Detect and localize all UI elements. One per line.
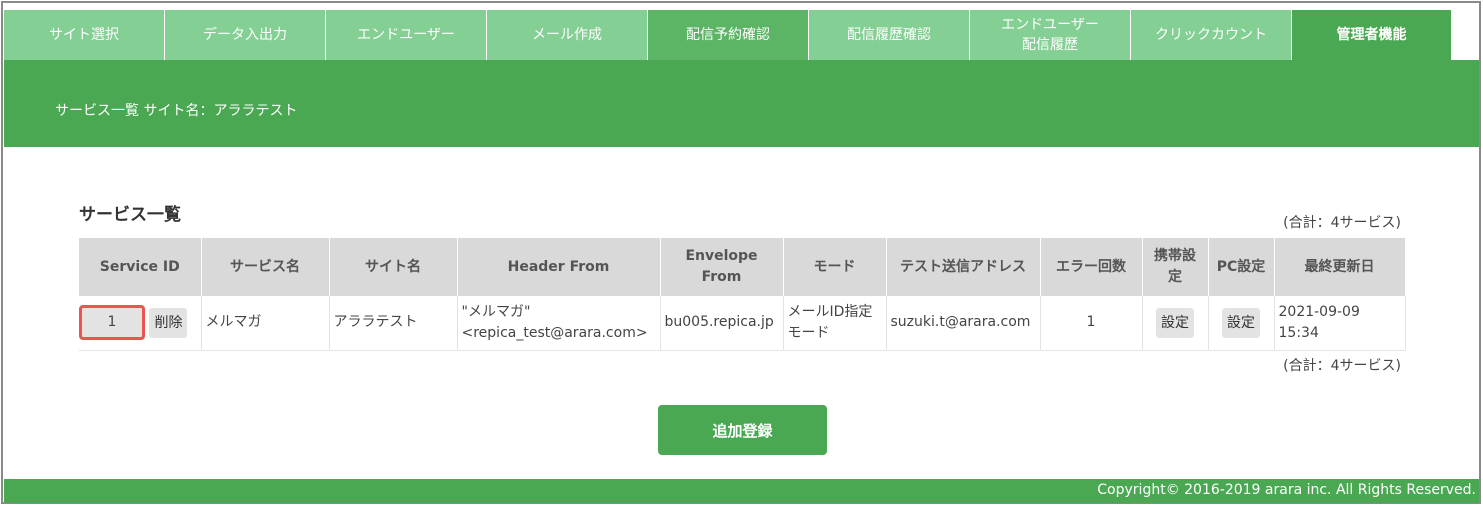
tab-admin[interactable]: 管理者機能 [1292, 10, 1452, 60]
main-tab-bar: サイト選択 データ入出力 エンドユーザー メール作成 配信予約確認 配信履歴確認… [4, 10, 1452, 60]
col-header-site-name: サイト名 [329, 238, 458, 296]
page-title: サービス一覧 サイト名：アララテスト [55, 103, 298, 119]
total-count-top: (合計：4サービス) [1283, 215, 1401, 231]
col-header-mode: モード [783, 238, 887, 296]
col-header-updated: 最終更新日 [1274, 238, 1406, 296]
cell-pc-setting: 設定 [1208, 296, 1275, 351]
cell-mode: メールID指定 モード [783, 296, 887, 351]
cell-header-from: "メルマガ" <repica_test@arara.com> [457, 296, 661, 351]
tab-click-count[interactable]: クリックカウント [1131, 10, 1292, 60]
tab-schedule-confirm[interactable]: 配信予約確認 [648, 10, 809, 60]
col-header-test-address: テスト送信アドレス [886, 238, 1041, 296]
delete-button[interactable]: 削除 [149, 307, 188, 338]
tab-delivery-history[interactable]: 配信履歴確認 [809, 10, 970, 60]
col-header-envelope-from: Envelope From [660, 238, 784, 296]
mobile-setting-button[interactable]: 設定 [1156, 307, 1194, 338]
col-header-mobile-setting: 携帯設 定 [1142, 238, 1209, 296]
cell-updated: 2021-09-09 15:34 [1274, 296, 1406, 351]
tab-end-user-history[interactable]: エンドユーザー 配信履歴 [970, 10, 1131, 60]
pc-setting-button[interactable]: 設定 [1222, 307, 1260, 338]
footer-bar: Copyright© 2016-2019 arara inc. All Righ… [4, 479, 1479, 503]
add-register-button[interactable]: 追加登録 [658, 405, 827, 455]
col-header-header-from: Header From [457, 238, 661, 296]
col-header-error-count: エラー回数 [1040, 238, 1143, 296]
cell-site-name: アララテスト [329, 296, 458, 351]
cell-service-name: メルマガ [201, 296, 330, 351]
service-id-link[interactable]: 1 [79, 305, 145, 341]
cell-mobile-setting: 設定 [1142, 296, 1209, 351]
total-count-bottom: (合計：4サービス) [1283, 358, 1401, 374]
col-header-service-id: Service ID [79, 238, 202, 296]
service-table: Service ID サービス名 サイト名 Header From Envelo… [79, 238, 1406, 351]
table-header-row: Service ID サービス名 サイト名 Header From Envelo… [79, 238, 1406, 296]
col-header-pc-setting: PC設定 [1208, 238, 1275, 296]
tab-end-user[interactable]: エンドユーザー [326, 10, 487, 60]
cell-error-count: 1 [1040, 296, 1143, 351]
copyright-text: Copyright© 2016-2019 arara inc. All Righ… [1097, 482, 1476, 498]
cell-test-address: suzuki.t@arara.com [886, 296, 1041, 351]
col-header-service-name: サービス名 [201, 238, 330, 296]
cell-service-id: 1 削除 [79, 296, 202, 351]
table-row: 1 削除 メルマガ アララテスト "メルマガ" <repica_test@ara… [79, 296, 1406, 351]
tab-data-io[interactable]: データ入出力 [165, 10, 326, 60]
cell-envelope-from: bu005.repica.jp [660, 296, 784, 351]
tab-mail-create[interactable]: メール作成 [487, 10, 648, 60]
tab-site-select[interactable]: サイト選択 [4, 10, 165, 60]
section-title: サービス一覧 [79, 205, 181, 225]
